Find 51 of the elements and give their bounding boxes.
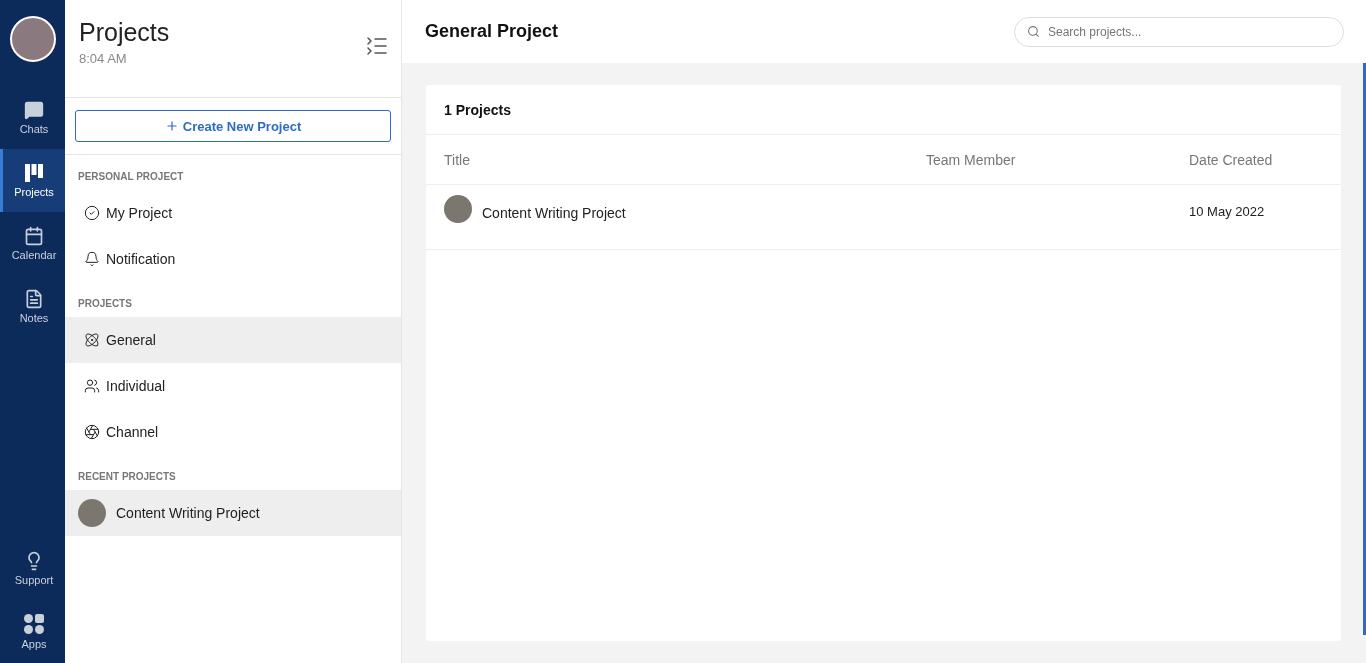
- nav-label: Notes: [19, 312, 49, 324]
- panel-item[interactable]: General: [65, 317, 401, 363]
- nav-label: Chats: [19, 123, 49, 135]
- nav-item[interactable]: Projects: [0, 149, 65, 212]
- nav-label: Apps: [21, 638, 47, 650]
- nav-label: Calendar: [11, 249, 57, 261]
- item-label: Notification: [106, 251, 176, 267]
- column-header: Date Created: [1189, 151, 1274, 168]
- nav-label: Projects: [14, 186, 54, 198]
- bell-icon: [84, 251, 100, 267]
- nav-item[interactable]: Apps: [0, 600, 65, 663]
- section-heading: PROJECTS: [77, 297, 133, 311]
- create-project-button[interactable]: Create New Project: [75, 110, 391, 142]
- page-title: General Project: [425, 21, 559, 42]
- calendar-icon: [24, 226, 44, 246]
- panel-item[interactable]: Content Writing Project: [65, 490, 401, 536]
- apps-icon: [23, 613, 45, 635]
- atom-icon: [84, 332, 100, 348]
- nav-item[interactable]: Notes: [0, 275, 65, 338]
- chat-icon: [24, 100, 44, 120]
- board-icon: [24, 163, 44, 183]
- item-label: Individual: [106, 378, 166, 394]
- scrollbar[interactable]: [1363, 63, 1366, 635]
- column-header: Team Member: [926, 151, 1017, 168]
- section-heading: RECENT PROJECTS: [77, 470, 177, 484]
- project-count: 1 Projects: [426, 85, 1341, 135]
- nav-item[interactable]: Chats: [0, 86, 65, 149]
- item-label: My Project: [106, 205, 173, 221]
- item-label: General: [106, 332, 156, 348]
- project-thumbnail: [78, 499, 106, 527]
- check-circle-icon: [84, 205, 100, 221]
- nav-label: Support: [14, 574, 54, 586]
- item-label: Content Writing Project: [116, 505, 260, 521]
- column-header: Title: [444, 151, 471, 168]
- aperture-icon: [84, 424, 100, 440]
- section-heading: PERSONAL PROJECT: [77, 170, 185, 184]
- people-icon: [84, 378, 100, 394]
- panel-title: Projects: [79, 18, 170, 47]
- notes-icon: [24, 289, 44, 309]
- project-thumbnail: [444, 195, 472, 223]
- item-label: Channel: [106, 424, 159, 440]
- clock-time: 8:04 AM: [79, 51, 128, 66]
- collapse-menu-icon[interactable]: [365, 34, 389, 58]
- search-field[interactable]: Search projects...: [1046, 23, 1331, 40]
- plus-icon: [164, 119, 179, 133]
- nav-item[interactable]: Support: [0, 537, 65, 600]
- user-avatar[interactable]: [9, 16, 56, 62]
- project-title[interactable]: Content Writing Project: [482, 205, 626, 221]
- date-cell-text: 10 May 2022: [1189, 203, 1266, 219]
- nav-item[interactable]: Calendar: [0, 212, 65, 275]
- search-icon: [1027, 25, 1040, 38]
